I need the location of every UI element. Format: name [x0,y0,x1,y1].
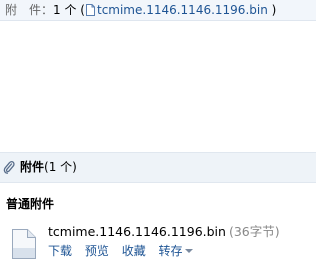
attachment-summary-label: 附 件： [5,3,54,17]
normal-attachments-label: 普通附件 [6,197,55,211]
file-icon [12,229,36,259]
paren-close: ) [271,3,277,17]
save-to-label: 转存 [158,244,183,258]
attachment-file-name: tcmime.1146.1146.1196.bin [48,224,226,239]
preview-link[interactable]: 预览 [85,244,109,258]
attachment-summary-count: 1 个 [53,3,77,17]
attachment-summary-bar: 附 件：1 个 ( tcmime.1146.1146.1196.bin ) [0,0,316,21]
attachment-actions: 下载 预览 收藏 转存 [48,243,193,259]
attachments-title-count: (1 个) [44,160,77,174]
attachment-item: tcmime.1146.1146.1196.bin (36字节) 下载 预览 收藏… [0,218,316,274]
paren-open: ( [80,3,85,17]
favorite-link[interactable]: 收藏 [122,244,146,258]
attachments-title-label: 附件 [20,160,45,174]
paperclip-icon [3,160,15,174]
attachment-file-name-line: tcmime.1146.1146.1196.bin (36字节) [48,224,280,240]
attachment-summary-file-link[interactable]: tcmime.1146.1146.1196.bin [97,3,268,17]
attachment-file-size: (36字节) [228,224,280,239]
attachments-title: 附件(1 个) [20,160,77,174]
download-link[interactable]: 下载 [48,244,72,258]
save-to-dropdown[interactable]: 转存 [159,244,193,258]
attachments-header: 附件(1 个) [0,152,316,183]
document-icon [85,4,95,16]
chevron-down-icon [184,249,193,253]
attachment-summary-line: 附 件：1 个 ( tcmime.1146.1146.1196.bin ) [5,3,276,17]
